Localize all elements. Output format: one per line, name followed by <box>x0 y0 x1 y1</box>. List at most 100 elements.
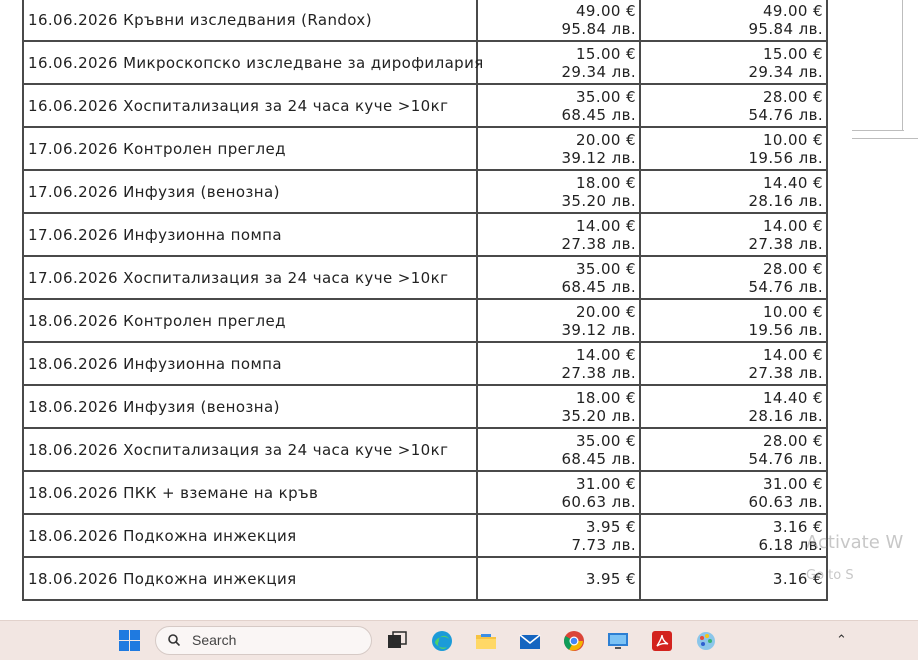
unit-price-cell: 14.00 €27.38 лв. <box>476 341 641 386</box>
unit-price-eur: 35.00 € <box>575 259 636 278</box>
service-date: 17.06.2026 <box>28 139 118 158</box>
unit-price-lv: 35.20 лв. <box>561 406 636 425</box>
total-price-lv: 19.56 лв. <box>748 148 823 167</box>
unit-price-lv: 29.34 лв. <box>561 62 636 81</box>
total-price-cell: 14.40 €28.16 лв. <box>639 169 828 214</box>
search-icon <box>168 634 180 646</box>
service-description: Микроскопско изследване за дирофилария <box>123 53 484 72</box>
unit-price-cell: 31.00 €60.63 лв. <box>476 470 641 515</box>
total-price-cell: 14.00 €27.38 лв. <box>639 341 828 386</box>
service-date: 18.06.2026 <box>28 483 118 502</box>
unit-price-lv: 60.63 лв. <box>561 492 636 511</box>
service-description: ПКК + вземане на кръв <box>123 483 319 502</box>
service-cell: 18.06.2026 Инфузионна помпа <box>22 341 478 386</box>
service-cell: 16.06.2026 Хоспитализация за 24 часа куч… <box>22 83 478 128</box>
total-price-lv: 95.84 лв. <box>748 19 823 38</box>
total-price-cell: 28.00 €54.76 лв. <box>639 83 828 128</box>
unit-price-cell: 35.00 €68.45 лв. <box>476 427 641 472</box>
search-placeholder: Search <box>192 632 237 648</box>
unit-price-eur: 14.00 € <box>575 345 636 364</box>
total-price-eur: 3.16 € <box>772 569 823 588</box>
total-price-cell: 14.40 €28.16 лв. <box>639 384 828 429</box>
table-row: 18.06.2026 ПКК + вземане на кръв 31.00 €6… <box>22 470 828 515</box>
total-price-cell: 10.00 €19.56 лв. <box>639 126 828 171</box>
total-price-lv: 60.63 лв. <box>748 492 823 511</box>
page-edge-line <box>902 0 903 131</box>
unit-price-eur: 31.00 € <box>575 474 636 493</box>
service-cell: 18.06.2026 Контролен преглед <box>22 298 478 343</box>
total-price-cell: 31.00 €60.63 лв. <box>639 470 828 515</box>
unit-price-cell: 14.00 €27.38 лв. <box>476 212 641 257</box>
total-price-eur: 28.00 € <box>762 431 823 450</box>
activate-windows-subtext: Go to S <box>806 568 854 583</box>
unit-price-lv: 95.84 лв. <box>561 19 636 38</box>
total-price-lv: 29.34 лв. <box>748 62 823 81</box>
edge-browser-icon[interactable] <box>430 629 454 653</box>
unit-price-cell: 18.00 €35.20 лв. <box>476 169 641 214</box>
unit-price-eur: 18.00 € <box>575 173 636 192</box>
chrome-icon[interactable] <box>562 629 586 653</box>
total-price-eur: 14.00 € <box>762 345 823 364</box>
service-description: Хоспитализация за 24 часа куче >10кг <box>123 268 449 287</box>
service-cell: 17.06.2026 Хоспитализация за 24 часа куч… <box>22 255 478 300</box>
total-price-eur: 10.00 € <box>762 302 823 321</box>
total-price-lv: 54.76 лв. <box>748 105 823 124</box>
unit-price-eur: 14.00 € <box>575 216 636 235</box>
total-price-eur: 10.00 € <box>762 130 823 149</box>
file-explorer-icon[interactable] <box>474 629 498 653</box>
service-description: Подкожна инжекция <box>123 569 297 588</box>
service-cell: 18.06.2026 Подкожна инжекция <box>22 556 478 601</box>
page-edge-line <box>852 130 904 131</box>
table-row: 18.06.2026 Контролен преглед 20.00 €39.12… <box>22 298 828 343</box>
total-price-lv: 19.56 лв. <box>748 320 823 339</box>
total-price-eur: 28.00 € <box>762 259 823 278</box>
service-date: 16.06.2026 <box>28 96 118 115</box>
unit-price-lv: 68.45 лв. <box>561 105 636 124</box>
unit-price-eur: 49.00 € <box>575 1 636 20</box>
taskbar-search-box[interactable]: Search <box>155 626 372 655</box>
service-cell: 17.06.2026 Инфузия (венозна) <box>22 169 478 214</box>
total-price-lv: 54.76 лв. <box>748 449 823 468</box>
table-row: 18.06.2026 Подкожна инжекция 3.95 €7.73 л… <box>22 513 828 558</box>
windows-start-icon[interactable] <box>118 629 142 653</box>
unit-price-eur: 20.00 € <box>575 130 636 149</box>
activate-windows-watermark: Activate W <box>806 532 904 553</box>
table-row: 18.06.2026 Инфузия (венозна) 18.00 €35.20… <box>22 384 828 429</box>
table-row: 18.06.2026 Хоспитализация за 24 часа куч… <box>22 427 828 472</box>
service-cell: 16.06.2026 Микроскопско изследване за ди… <box>22 40 483 85</box>
service-date: 17.06.2026 <box>28 225 118 244</box>
task-view-icon[interactable] <box>385 629 409 653</box>
total-price-eur: 31.00 € <box>762 474 823 493</box>
total-price-lv: 28.16 лв. <box>748 191 823 210</box>
table-row: 17.06.2026 Хоспитализация за 24 часа куч… <box>22 255 828 300</box>
service-cell: 18.06.2026 Подкожна инжекция <box>22 513 478 558</box>
total-price-eur: 3.16 € <box>772 517 823 536</box>
unit-price-cell: 3.95 €7.73 лв. <box>476 513 641 558</box>
service-description: Инфузия (венозна) <box>123 182 280 201</box>
unit-price-lv: 68.45 лв. <box>561 449 636 468</box>
unit-price-lv: 27.38 лв. <box>561 363 636 382</box>
total-price-eur: 14.40 € <box>762 173 823 192</box>
mail-icon[interactable] <box>518 629 542 653</box>
service-description: Хоспитализация за 24 часа куче >10кг <box>123 440 449 459</box>
page-edge-line <box>852 138 918 139</box>
total-price-eur: 28.00 € <box>762 87 823 106</box>
service-cell: 16.06.2026 Кръвни изследвания (Randox) <box>22 0 478 42</box>
remote-desktop-icon[interactable] <box>606 629 630 653</box>
service-date: 18.06.2026 <box>28 440 118 459</box>
table-row: 16.06.2026 Хоспитализация за 24 часа куч… <box>22 83 828 128</box>
service-date: 18.06.2026 <box>28 526 118 545</box>
total-price-cell: 10.00 €19.56 лв. <box>639 298 828 343</box>
service-description: Инфузионна помпа <box>123 225 282 244</box>
chevron-up-icon[interactable]: ⌃ <box>836 633 847 648</box>
service-description: Кръвни изследвания (Randox) <box>123 10 372 29</box>
table-row: 16.06.2026 Кръвни изследвания (Randox) 49… <box>22 0 828 42</box>
service-date: 18.06.2026 <box>28 397 118 416</box>
unit-price-eur: 20.00 € <box>575 302 636 321</box>
total-price-eur: 14.00 € <box>762 216 823 235</box>
taskbar: Search ⌃ <box>0 620 918 660</box>
paint-icon[interactable] <box>694 629 718 653</box>
pdf-reader-icon[interactable] <box>650 629 674 653</box>
service-description: Подкожна инжекция <box>123 526 297 545</box>
invoice-table-container: 16.06.2026 Кръвни изследвания (Randox) 49… <box>22 0 828 620</box>
